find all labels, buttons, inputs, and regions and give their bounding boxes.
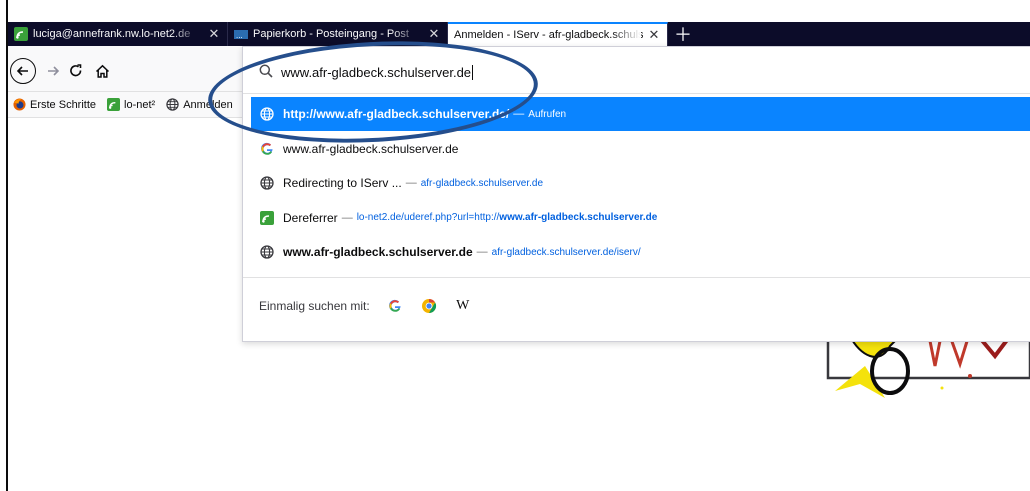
suggestion-row[interactable]: www.afr-gladbeck.schulserver.de [251, 132, 1030, 166]
home-icon [95, 64, 109, 78]
suggestion-title: Dereferrer [283, 210, 338, 225]
globe-icon [259, 175, 275, 191]
close-icon[interactable]: ✕ [647, 27, 661, 43]
suggestion-row[interactable]: Dereferrer — lo-net2.de/uderef.php?url=h… [251, 201, 1030, 235]
arrow-left-icon [16, 66, 28, 76]
close-icon[interactable]: ✕ [427, 26, 441, 42]
bookmark-label: Erste Schritte [30, 98, 97, 111]
suggestion-url: afr-gladbeck.schulserver.de [420, 177, 544, 189]
chrome-like-icon[interactable] [420, 297, 438, 315]
google-icon[interactable] [386, 297, 404, 315]
search-icon [259, 64, 273, 81]
lo-net-icon [106, 98, 120, 112]
page-artwork [790, 334, 1030, 408]
url-input[interactable]: www.afr-gladbeck.schulserver.de [247, 55, 1027, 89]
url-dropdown-panel: www.afr-gladbeck.schulserver.de http://w… [242, 46, 1030, 342]
lo-net-icon [14, 27, 28, 41]
url-input-value: www.afr-gladbeck.schulserver.de [281, 64, 472, 80]
mail-icon: ... [234, 27, 248, 41]
new-tab-button[interactable]: ＋ [668, 22, 698, 46]
text-caret [472, 64, 474, 80]
bookmark-anmelden[interactable]: Anmelden [165, 98, 233, 112]
home-button[interactable] [90, 59, 114, 83]
browser-window: luciga@annefrank.nw.lo-net2.de ✕ ... Pap… [0, 0, 1030, 491]
reload-icon [70, 64, 82, 77]
suggestion-url: http://www.afr-gladbeck.schulserver.de/ [283, 107, 510, 121]
suggestion-action: Aufrufen [528, 108, 567, 120]
suggestion-row[interactable]: www.afr-gladbeck.schulserver.de — afr-gl… [251, 235, 1030, 269]
firefox-icon [12, 98, 26, 112]
one-off-label: Einmalig suchen mit: [259, 299, 370, 313]
tab-mail[interactable]: ... Papierkorb - Posteingang - Post ✕ [228, 22, 448, 46]
suggestion-title: Redirecting to IServ ... [283, 176, 402, 190]
google-icon [259, 141, 275, 157]
bookmark-label: lo-net² [124, 98, 156, 111]
suggestion-url-prefix: lo-net2.de/uderef.php?url=http:// [356, 212, 500, 223]
suggestion-text: www.afr-gladbeck.schulserver.de [283, 141, 459, 156]
suggestion-url-bold: www.afr-gladbeck.schulserver.de [499, 212, 658, 223]
wikipedia-icon[interactable]: W [454, 297, 472, 315]
bookmark-lo-net[interactable]: lo-net² [106, 98, 155, 112]
bookmark-label: Anmelden [183, 98, 233, 111]
suggestion-title: www.afr-gladbeck.schulserver.de [283, 245, 473, 259]
svg-text:...: ... [236, 31, 243, 40]
forward-button[interactable] [42, 60, 64, 82]
bookmark-erste-schritte[interactable]: Erste Schritte [12, 98, 96, 112]
globe-icon [165, 98, 179, 112]
tab-lo-net[interactable]: luciga@annefrank.nw.lo-net2.de ✕ [8, 22, 228, 46]
lo-net-icon [259, 210, 275, 226]
url-suggestions: http://www.afr-gladbeck.schulserver.de/ … [251, 97, 1030, 270]
tab-strip: luciga@annefrank.nw.lo-net2.de ✕ ... Pap… [8, 22, 1030, 46]
suggestion-row[interactable]: Redirecting to IServ ... — afr-gladbeck.… [251, 166, 1030, 200]
reload-button[interactable] [64, 59, 88, 83]
suggestion-url: afr-gladbeck.schulserver.de/iserv/ [491, 246, 641, 258]
globe-icon [259, 244, 275, 260]
one-off-search-bar: Einmalig suchen mit: W [259, 297, 472, 315]
tab-iserv-login[interactable]: Anmelden - IServ - afr-gladbeck.schulser… [448, 22, 668, 46]
close-icon[interactable]: ✕ [207, 26, 221, 42]
globe-icon [259, 106, 275, 122]
arrow-right-icon [48, 66, 60, 76]
suggestion-row[interactable]: http://www.afr-gladbeck.schulserver.de/ … [251, 97, 1030, 131]
back-button[interactable] [10, 58, 36, 84]
